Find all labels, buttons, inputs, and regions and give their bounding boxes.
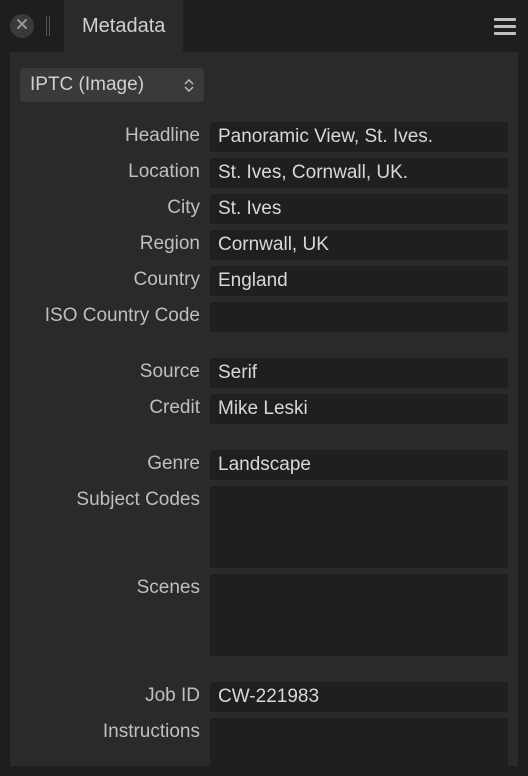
- input-instructions[interactable]: [210, 718, 508, 766]
- metadata-set-dropdown[interactable]: IPTC (Image): [20, 68, 204, 102]
- input-country[interactable]: [210, 266, 508, 296]
- input-credit[interactable]: [210, 394, 508, 424]
- label-subject-codes: Subject Codes: [20, 486, 200, 511]
- tab-label: Metadata: [82, 15, 165, 38]
- label-country: Country: [20, 266, 200, 291]
- input-job-id[interactable]: [210, 682, 508, 712]
- label-region: Region: [20, 230, 200, 255]
- input-iso-country-code[interactable]: [210, 302, 508, 332]
- input-headline[interactable]: [210, 122, 508, 152]
- label-iso-country-code: ISO Country Code: [20, 302, 200, 327]
- tab-metadata[interactable]: Metadata: [64, 0, 183, 52]
- titlebar: Metadata: [10, 0, 518, 52]
- label-instructions: Instructions: [20, 718, 200, 743]
- input-genre[interactable]: [210, 450, 508, 480]
- drag-handle-icon[interactable]: [46, 16, 50, 36]
- input-region[interactable]: [210, 230, 508, 260]
- input-location[interactable]: [210, 158, 508, 188]
- close-button[interactable]: [10, 14, 34, 38]
- input-city[interactable]: [210, 194, 508, 224]
- label-scenes: Scenes: [20, 574, 200, 599]
- panel-menu-button[interactable]: [492, 8, 518, 45]
- input-source[interactable]: [210, 358, 508, 388]
- input-scenes[interactable]: [210, 574, 508, 656]
- hamburger-icon: [494, 18, 516, 35]
- panel-body: IPTC (Image) Headline Location City Regi…: [10, 52, 518, 766]
- fields-grid: Headline Location City Region Country IS…: [20, 122, 508, 766]
- label-job-id: Job ID: [20, 682, 200, 707]
- input-subject-codes[interactable]: [210, 486, 508, 568]
- chevron-up-down-icon: [184, 79, 194, 92]
- label-headline: Headline: [20, 122, 200, 147]
- label-source: Source: [20, 358, 200, 383]
- label-credit: Credit: [20, 394, 200, 419]
- label-location: Location: [20, 158, 200, 183]
- metadata-panel: Metadata IPTC (Image) Headline Location …: [0, 0, 528, 776]
- dropdown-selected-label: IPTC (Image): [30, 74, 144, 96]
- label-city: City: [20, 194, 200, 219]
- label-genre: Genre: [20, 450, 200, 475]
- close-icon: [16, 17, 28, 35]
